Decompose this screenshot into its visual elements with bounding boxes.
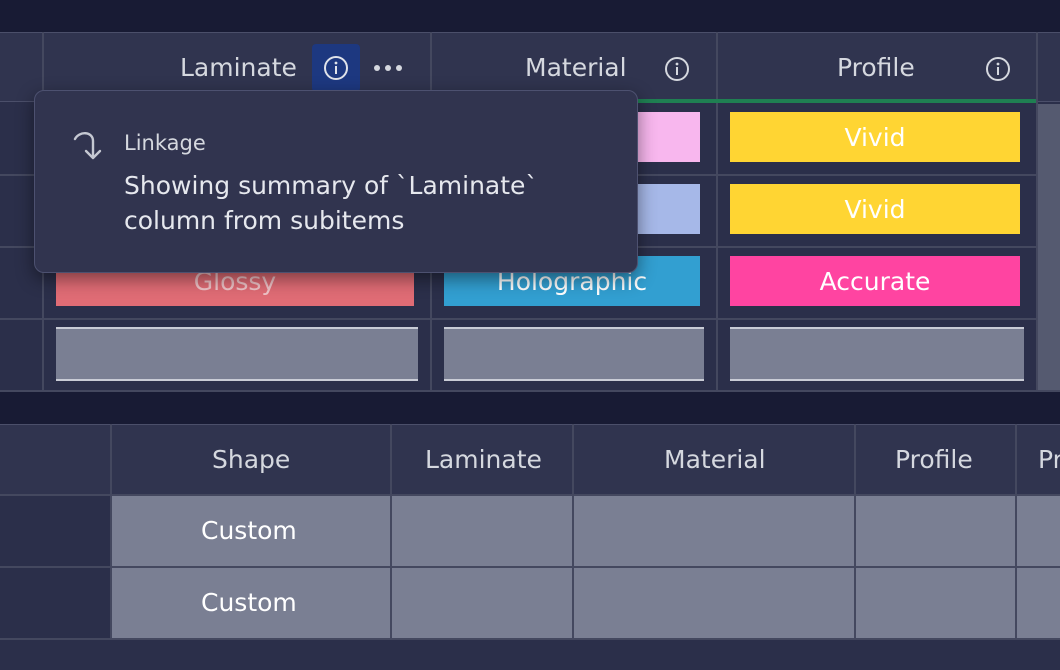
material-info-button[interactable] — [662, 54, 692, 84]
subitems-column-shape[interactable]: Shape — [212, 445, 290, 474]
tooltip-label: Linkage — [124, 131, 206, 155]
subitem-shape-cell[interactable]: Custom — [201, 516, 297, 545]
subitems-column-truncated[interactable]: Pr — [1038, 445, 1060, 474]
profile-info-button[interactable] — [983, 54, 1013, 84]
column-header-material[interactable]: Material — [525, 53, 627, 82]
subitems-column-material[interactable]: Material — [664, 445, 766, 474]
more-icon — [374, 65, 402, 71]
column-header-laminate[interactable]: Laminate — [180, 53, 297, 82]
tooltip-line-2: column from subitems — [124, 206, 405, 235]
info-icon — [986, 57, 1010, 81]
tooltip-line-1: Showing summary of `Laminate` — [124, 171, 538, 200]
info-icon — [324, 56, 348, 80]
linkage-icon — [73, 132, 102, 160]
column-info-tooltip: Linkage Showing summary of `Laminate` co… — [34, 90, 638, 273]
subitems-column-laminate[interactable]: Laminate — [425, 445, 542, 474]
profile-status[interactable]: Vivid — [730, 184, 1020, 234]
material-summary-bar[interactable] — [444, 327, 704, 381]
profile-status[interactable]: Accurate — [730, 256, 1020, 306]
column-menu-button[interactable] — [372, 56, 404, 80]
board: Laminate Material Profile Vivid Vivid Gl… — [0, 0, 1060, 670]
info-icon — [665, 57, 689, 81]
column-info-button[interactable] — [312, 44, 360, 92]
profile-status[interactable]: Vivid — [730, 112, 1020, 162]
subitems-column-profile[interactable]: Profile — [895, 445, 973, 474]
profile-summary-bar[interactable] — [730, 327, 1024, 381]
laminate-summary-bar[interactable] — [56, 327, 418, 381]
subitem-shape-cell[interactable]: Custom — [201, 588, 297, 617]
column-header-profile[interactable]: Profile — [837, 53, 915, 82]
